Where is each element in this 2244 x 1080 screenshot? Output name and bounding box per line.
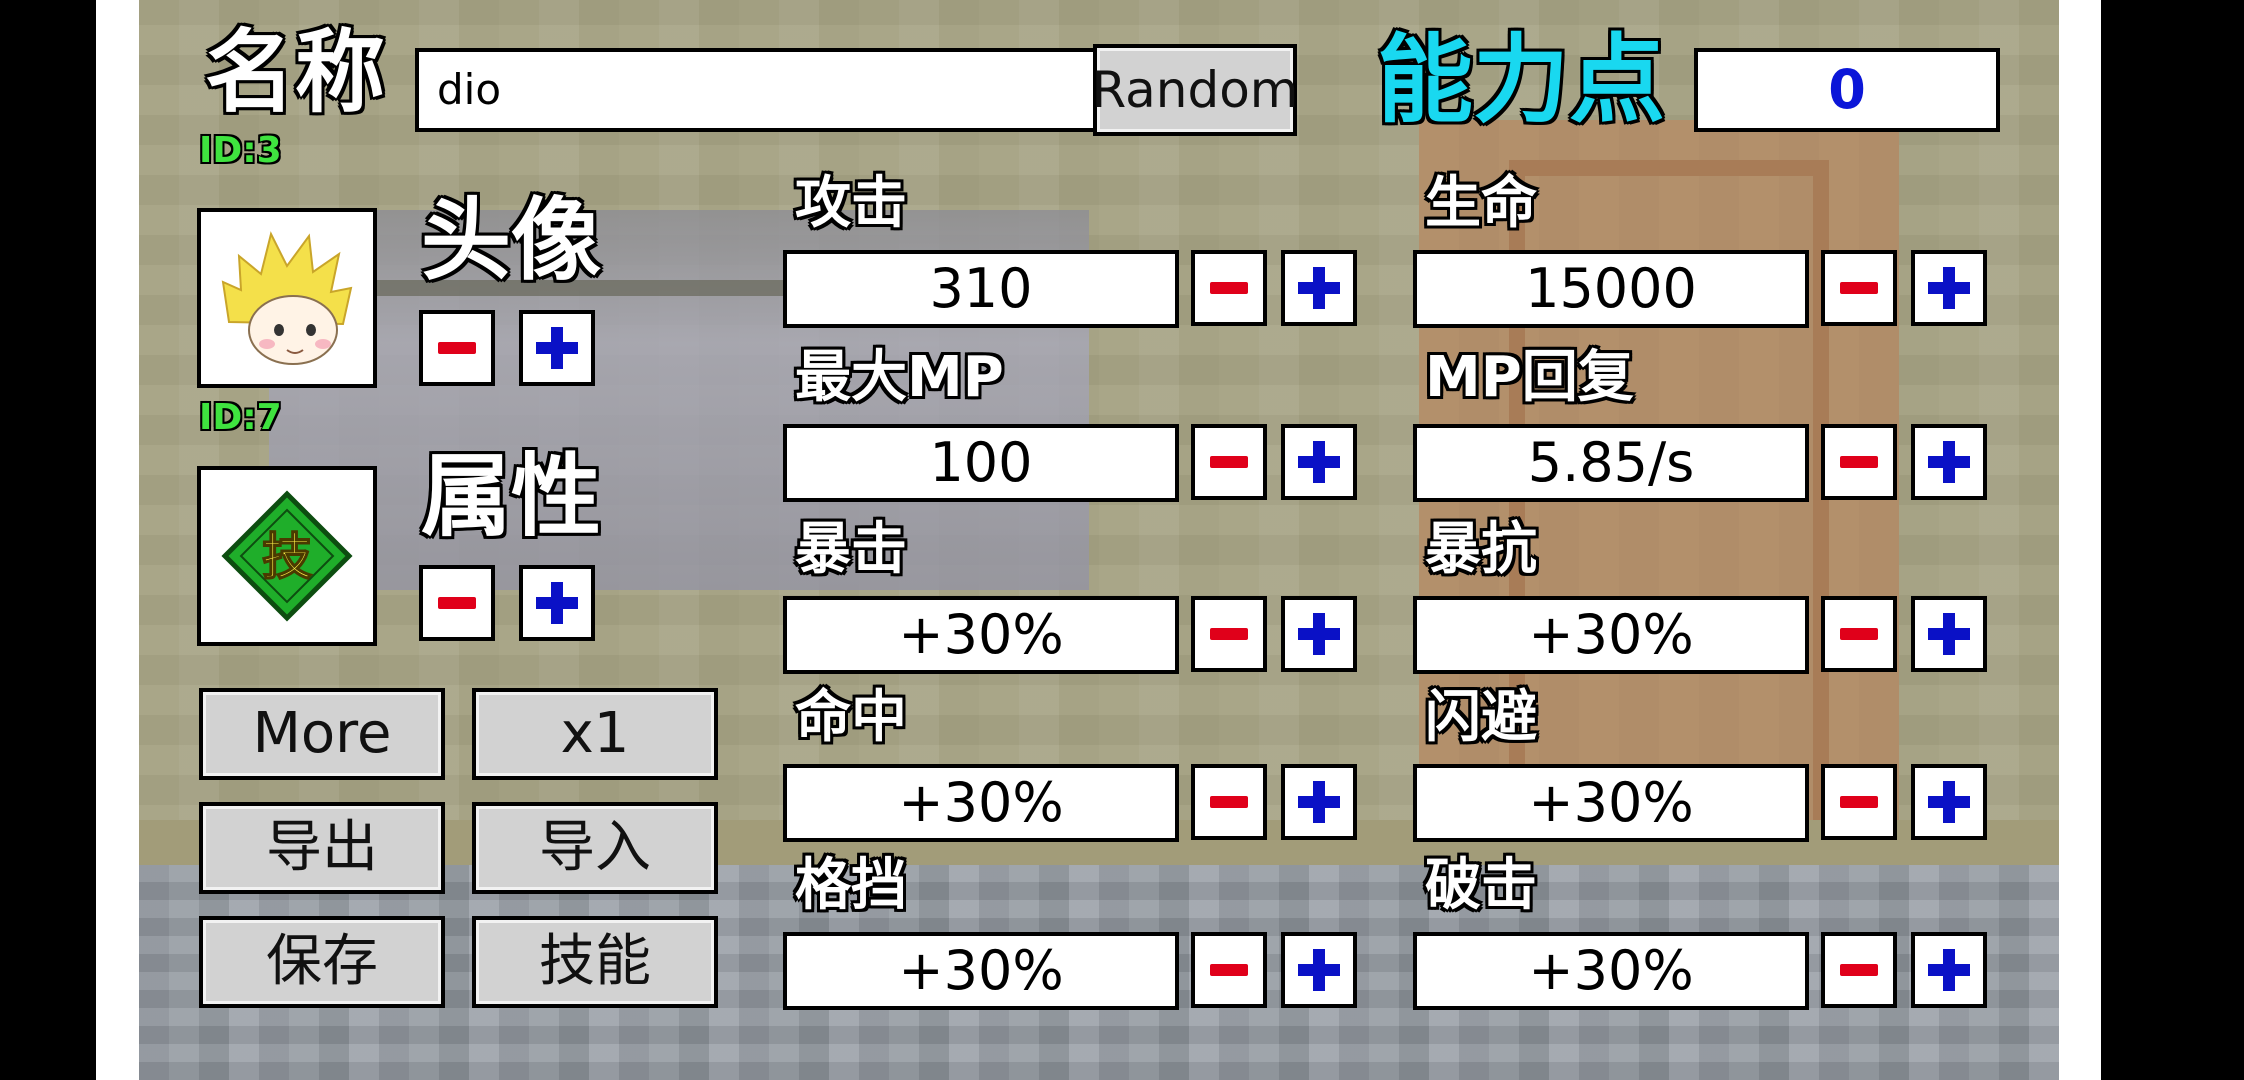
stat-value-hp: 15000 xyxy=(1413,250,1809,328)
minus-icon xyxy=(1840,282,1878,294)
hp-plus-button[interactable] xyxy=(1911,250,1987,326)
minus-icon xyxy=(1210,456,1248,468)
max-mp-minus-button[interactable] xyxy=(1191,424,1267,500)
stat-value-attack: 310 xyxy=(783,250,1179,328)
attribute-next-button[interactable] xyxy=(519,565,595,641)
hp-minus-button[interactable] xyxy=(1821,250,1897,326)
plus-icon xyxy=(1298,441,1340,483)
plus-icon xyxy=(1928,781,1970,823)
plus-icon xyxy=(536,327,578,369)
plus-icon xyxy=(1928,949,1970,991)
hit-minus-button[interactable] xyxy=(1191,764,1267,840)
stat-label-crit: 暴击 xyxy=(795,517,907,582)
minus-icon xyxy=(438,597,476,609)
minus-icon xyxy=(1210,964,1248,976)
name-id-label: ID:3 xyxy=(199,130,282,171)
hit-plus-button[interactable] xyxy=(1281,764,1357,840)
crit-plus-button[interactable] xyxy=(1281,596,1357,672)
break-minus-button[interactable] xyxy=(1821,932,1897,1008)
ability-points-label: 能力点 xyxy=(1377,24,1665,136)
blond-hair-character-portrait-icon xyxy=(221,231,353,365)
plus-icon xyxy=(1928,441,1970,483)
crit-resist-plus-button[interactable] xyxy=(1911,596,1987,672)
stat-value-crit: +30% xyxy=(783,596,1179,674)
stat-label-block: 格挡 xyxy=(795,853,907,918)
right-border xyxy=(2059,0,2101,1080)
attack-plus-button[interactable] xyxy=(1281,250,1357,326)
stat-label-dodge: 闪避 xyxy=(1425,685,1537,750)
crit-resist-minus-button[interactable] xyxy=(1821,596,1897,672)
stat-value-block: +30% xyxy=(783,932,1179,1010)
minus-icon xyxy=(1840,456,1878,468)
plus-icon xyxy=(1298,781,1340,823)
max-mp-plus-button[interactable] xyxy=(1281,424,1357,500)
stat-value-crit-resist: +30% xyxy=(1413,596,1809,674)
stat-value-dodge: +30% xyxy=(1413,764,1809,842)
break-plus-button[interactable] xyxy=(1911,932,1987,1008)
stat-label-break: 破击 xyxy=(1425,853,1537,918)
stat-label-hit: 命中 xyxy=(795,685,907,750)
game-scene: 名称 ID:3 dio Random 能力点 0 头像 ID:7 技 属性 Mo… xyxy=(139,0,2059,1080)
plus-icon xyxy=(1298,267,1340,309)
attribute-label: 属性 xyxy=(421,444,601,549)
attribute-badge-box[interactable]: 技 xyxy=(197,466,377,646)
minus-icon xyxy=(1210,796,1248,808)
save-button[interactable]: 保存 xyxy=(199,916,445,1008)
skills-button[interactable]: 技能 xyxy=(472,916,718,1008)
block-minus-button[interactable] xyxy=(1191,932,1267,1008)
more-button[interactable]: More xyxy=(199,688,445,780)
stat-value-max-mp: 100 xyxy=(783,424,1179,502)
export-button[interactable]: 导出 xyxy=(199,802,445,894)
avatar-id-label: ID:7 xyxy=(199,397,282,438)
plus-icon xyxy=(1928,613,1970,655)
plus-icon xyxy=(1928,267,1970,309)
avatar-label: 头像 xyxy=(421,188,601,293)
dodge-plus-button[interactable] xyxy=(1911,764,1987,840)
dodge-minus-button[interactable] xyxy=(1821,764,1897,840)
attack-minus-button[interactable] xyxy=(1191,250,1267,326)
attribute-prev-button[interactable] xyxy=(419,565,495,641)
crit-minus-button[interactable] xyxy=(1191,596,1267,672)
badge-text: 技 xyxy=(262,528,312,586)
plus-icon xyxy=(1298,949,1340,991)
left-border xyxy=(96,0,139,1080)
stat-label-hp: 生命 xyxy=(1425,171,1537,236)
stat-label-attack: 攻击 xyxy=(795,171,907,236)
avatar-next-button[interactable] xyxy=(519,310,595,386)
stat-label-max-mp: 最大MP xyxy=(795,345,1004,410)
minus-icon xyxy=(1840,628,1878,640)
minus-icon xyxy=(1210,628,1248,640)
stat-label-crit-resist: 暴抗 xyxy=(1425,517,1537,582)
import-button[interactable]: 导入 xyxy=(472,802,718,894)
minus-icon xyxy=(1210,282,1248,294)
block-plus-button[interactable] xyxy=(1281,932,1357,1008)
avatar-prev-button[interactable] xyxy=(419,310,495,386)
stat-value-hit: +30% xyxy=(783,764,1179,842)
stat-value-break: +30% xyxy=(1413,932,1809,1010)
plus-icon xyxy=(536,582,578,624)
green-diamond-badge-icon: 技 xyxy=(221,490,353,622)
name-label: 名称 xyxy=(205,20,385,125)
stat-value-mp-regen: 5.85/s xyxy=(1413,424,1809,502)
ability-points-value: 0 xyxy=(1694,48,2000,132)
minus-icon xyxy=(438,342,476,354)
stat-label-mp-regen: MP回复 xyxy=(1425,345,1634,410)
random-name-button[interactable]: Random xyxy=(1092,44,1299,136)
multiplier-button[interactable]: x1 xyxy=(472,688,718,780)
avatar-portrait[interactable] xyxy=(197,208,377,388)
plus-icon xyxy=(1298,613,1340,655)
minus-icon xyxy=(1840,796,1878,808)
mp-regen-plus-button[interactable] xyxy=(1911,424,1987,500)
minus-icon xyxy=(1840,964,1878,976)
mp-regen-minus-button[interactable] xyxy=(1821,424,1897,500)
